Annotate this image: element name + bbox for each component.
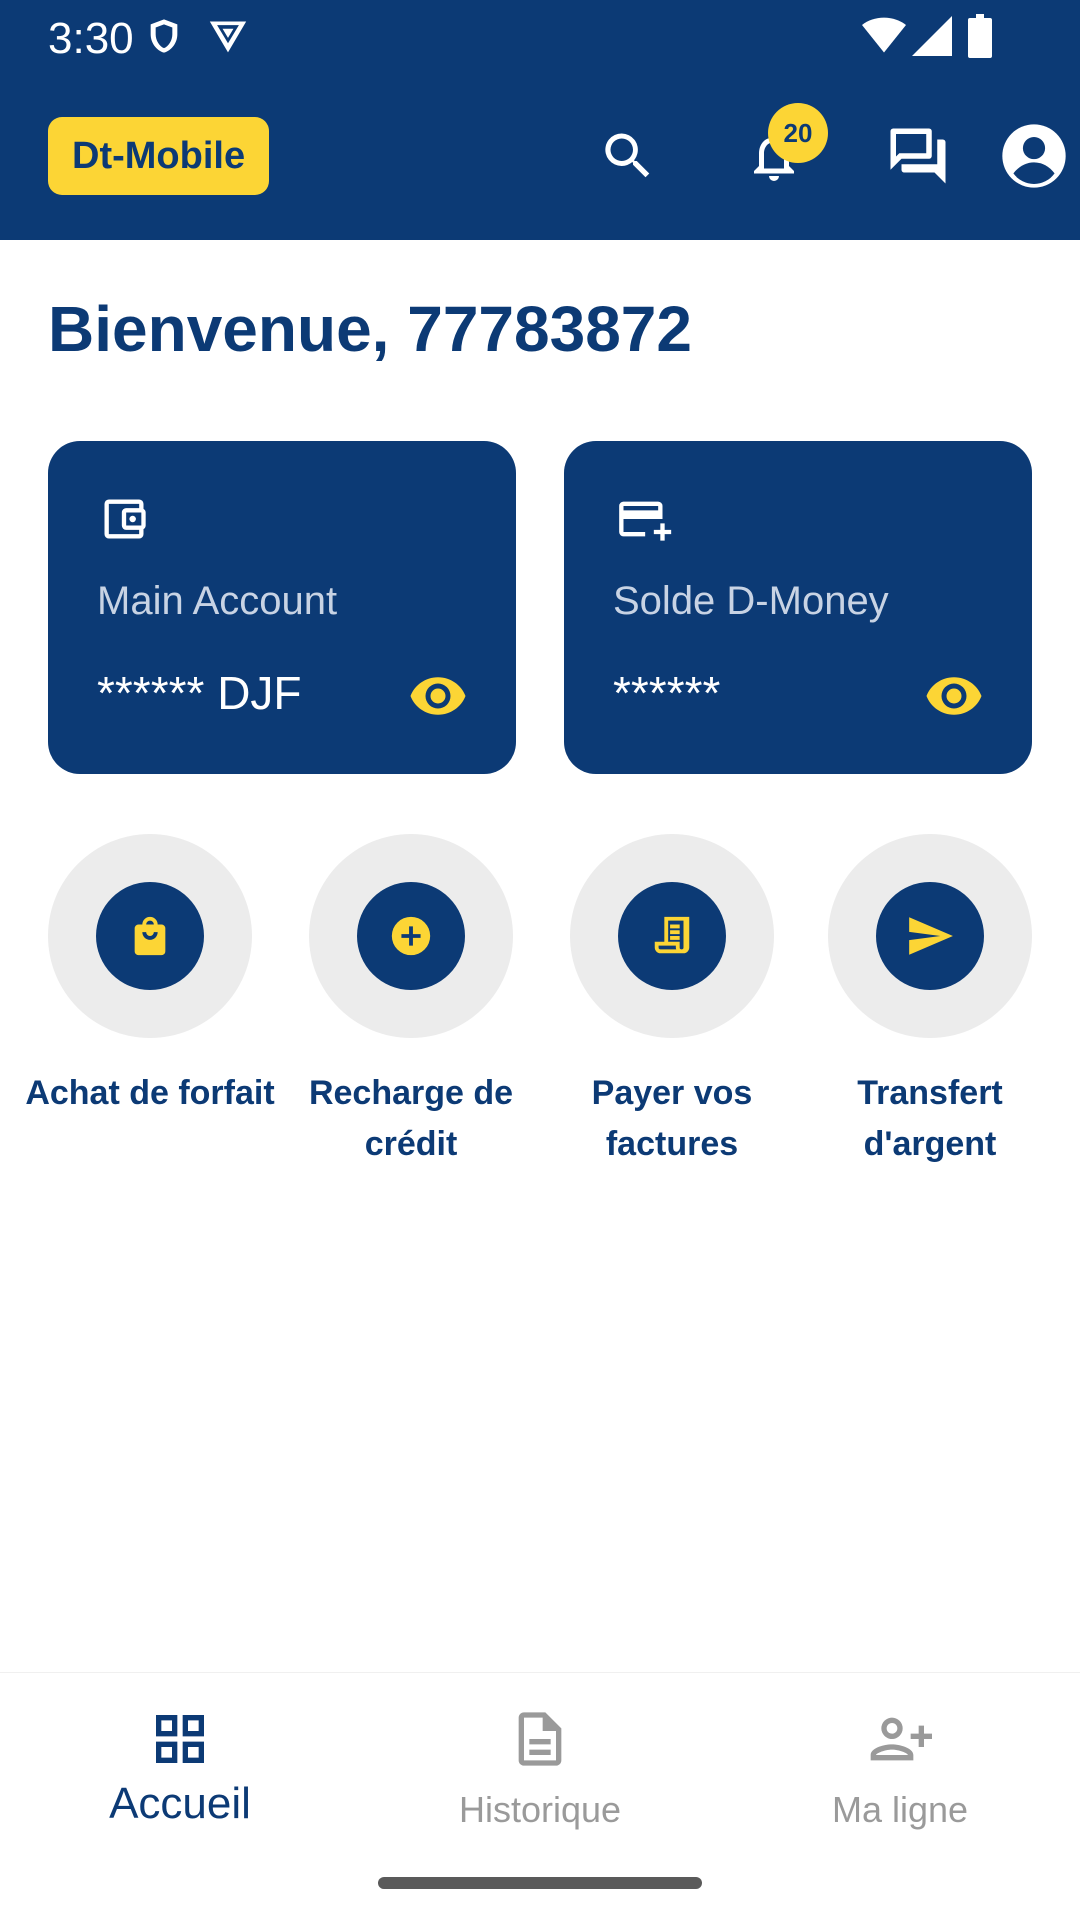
action-circle[interactable]	[828, 834, 1032, 1038]
action-recharge[interactable]: Recharge de crédit	[309, 834, 513, 1170]
nav-label: Historique	[458, 1789, 622, 1830]
account-icon[interactable]	[996, 118, 1072, 194]
card-balance: ****** DJF	[97, 667, 302, 719]
receipt-icon	[618, 882, 726, 990]
action-label: Payer vos factures	[591, 1074, 753, 1163]
action-pay-bills[interactable]: Payer vos factures	[570, 834, 774, 1170]
welcome-title: Bienvenue, 77783872	[48, 293, 692, 365]
plus-circle-icon	[357, 882, 465, 990]
chat-icon[interactable]	[880, 118, 956, 194]
nav-history[interactable]: Historique	[390, 1703, 690, 1831]
notification-badge: 20	[768, 103, 828, 163]
nav-home[interactable]: Accueil	[30, 1703, 330, 1829]
card-balance: ******	[613, 667, 721, 719]
person-add-icon	[750, 1703, 1050, 1775]
dmoney-card[interactable]: Solde D-Money ******	[564, 441, 1032, 774]
action-circle[interactable]	[570, 834, 774, 1038]
nav-label: Ma ligne	[831, 1789, 969, 1830]
home-indicator[interactable]	[378, 1877, 702, 1889]
action-label: Recharge de crédit	[308, 1074, 514, 1163]
wifi-icon	[862, 16, 906, 61]
send-icon	[876, 882, 984, 990]
brand-logo: Dt-Mobile	[48, 117, 270, 195]
battery-icon	[968, 14, 992, 63]
wallet-icon	[98, 493, 150, 550]
shield-icon	[144, 16, 184, 61]
main-account-card[interactable]: Main Account ****** DJF	[48, 441, 516, 774]
eye-icon[interactable]	[924, 666, 984, 731]
signal-icon	[912, 16, 952, 61]
top-app-bar: 3:30 Dt-Mobile 20	[0, 0, 1080, 240]
action-label: Transfert d'argent	[857, 1074, 1003, 1163]
nav-my-line[interactable]: Ma ligne	[750, 1703, 1050, 1831]
vpn-icon	[206, 16, 250, 61]
nav-label: Accueil	[109, 1779, 251, 1828]
search-icon[interactable]	[590, 118, 666, 194]
action-label: Achat de forfait	[25, 1074, 275, 1112]
action-circle[interactable]	[309, 834, 513, 1038]
shopping-bag-icon	[96, 882, 204, 990]
action-buy-package[interactable]: Achat de forfait	[25, 834, 275, 1119]
document-icon	[390, 1703, 690, 1775]
card-label: Main Account	[97, 579, 338, 623]
eye-icon[interactable]	[408, 666, 468, 731]
action-circle[interactable]	[48, 834, 252, 1038]
status-time: 3:30	[48, 14, 134, 63]
card-add-icon	[614, 493, 672, 550]
grid-icon	[30, 1703, 330, 1775]
action-transfer[interactable]: Transfert d'argent	[828, 834, 1032, 1170]
card-label: Solde D-Money	[613, 579, 889, 623]
